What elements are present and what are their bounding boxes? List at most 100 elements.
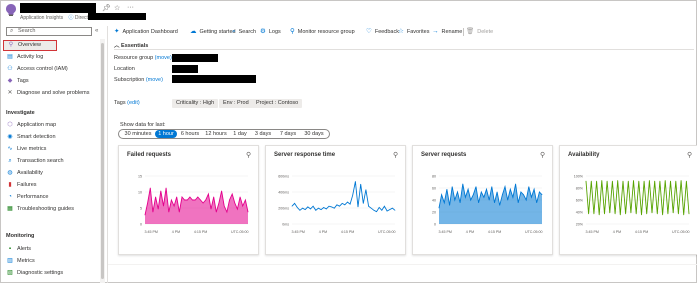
scrollbar-thumb[interactable] [101, 43, 104, 279]
toolbar-application-dashboard-button[interactable]: ✦ Application Dashboard [114, 27, 178, 37]
toolbar-rename-button[interactable]: → Rename [432, 27, 462, 37]
data-point [365, 189, 367, 191]
toolbar-getting-started-button[interactable]: ☁ Getting started [190, 27, 236, 37]
time-range-option-3-days[interactable]: 3 days [251, 130, 275, 138]
toolbar-favorites-button[interactable]: ☆ Favorites [398, 27, 429, 37]
edit-tags-link[interactable]: (edit) [127, 100, 140, 106]
data-point [654, 180, 656, 182]
data-point [472, 194, 474, 196]
data-point [347, 201, 348, 203]
data-point [215, 211, 217, 213]
time-range-option-1-hour[interactable]: 1 hour [155, 130, 177, 138]
toolbar-delete-button[interactable]: 🗑 Delete [466, 27, 493, 37]
sidebar-item-label: Transaction search [17, 158, 64, 164]
guide-icon: ▦ [7, 206, 13, 212]
metric-card-server-response-time[interactable]: Server response time ⚲ 600ms 400ms 200ms 0ms 3… [265, 145, 406, 255]
y-tick-label: 0 [434, 223, 436, 227]
time-range-option-6-hours[interactable]: 6 hours [178, 130, 202, 138]
time-range-option-1-day[interactable]: 1 day [230, 130, 250, 138]
pin-icon[interactable]: 📌︎ [102, 4, 111, 12]
tags-label: Tags (edit) [114, 100, 140, 106]
data-point [171, 199, 172, 201]
data-point [457, 191, 458, 193]
metric-card-failed-requests[interactable]: Failed requests ⚲ 15 10 5 0 3:45 PM 4 PM 4:15 PM… [118, 145, 259, 255]
data-point [643, 180, 645, 182]
bottom-divider [108, 264, 697, 265]
sidebar-item-availability[interactable]: ◍ Availability [3, 168, 97, 178]
sidebar-item-label: Failures [17, 182, 37, 188]
star-icon[interactable]: ☆ [114, 4, 120, 12]
data-point [208, 193, 209, 195]
resource-group-label: Resource group (move) [114, 55, 172, 61]
data-point [294, 203, 295, 204]
sidebar-item-alerts[interactable]: ▪ Alerts [3, 244, 97, 254]
data-point [237, 208, 238, 210]
time-range-option-12-hours[interactable]: 12 hours [203, 130, 229, 138]
y-tick-label: 0 [140, 223, 142, 227]
sidebar-item-failures[interactable]: ▮ Failures [3, 180, 97, 190]
sidebar-item-label: Application map [17, 122, 57, 128]
data-point [234, 202, 236, 204]
time-range-option-30-days[interactable]: 30 days [301, 130, 327, 138]
data-point [231, 193, 233, 195]
sidebar-item-tags[interactable]: ◆ Tags [3, 76, 97, 86]
data-point [449, 204, 450, 206]
sidebar-item-overview[interactable]: ⚲ Overview [3, 40, 57, 51]
metric-card-server-requests[interactable]: Server requests ⚲ 80 60 40 20 0 3:45 PM 4 PM 4:15… [412, 145, 553, 255]
sidebar-scrollbar[interactable] [100, 39, 105, 283]
toolbar-monitor-resource-group-button[interactable]: ⚲ Monitor resource group [290, 27, 355, 37]
toolbar-search-button[interactable]: ⌕ Search [232, 27, 256, 37]
sidebar-item-transaction-search[interactable]: ⌕ Transaction search [3, 156, 97, 166]
location-label: Location [114, 66, 135, 72]
data-point [386, 210, 388, 212]
sidebar-search-input[interactable]: ⌕ Search [6, 27, 92, 36]
collapse-sidebar-button[interactable]: « [95, 28, 98, 34]
sidebar-item-performance[interactable]: ◔ Performance [3, 192, 97, 202]
sidebar-item-troubleshooting-guides[interactable]: ▦ Troubleshooting guides [3, 204, 97, 214]
move-resource-group-link[interactable]: (move) [155, 55, 172, 61]
sidebar-item-application-map[interactable]: ⬡ Application map [3, 120, 97, 130]
resource-name-redacted [20, 3, 96, 13]
sidebar-item-metrics[interactable]: ▥ Metrics [3, 256, 97, 266]
toolbar-feedback-button[interactable]: ♡ Feedback [366, 27, 399, 37]
sidebar-item-smart-detection[interactable]: ◉ Smart detection [3, 132, 97, 142]
time-range-selector: 30 minutes 1 hour 6 hours 12 hours 1 day 3 da… [118, 129, 330, 139]
data-point [651, 212, 653, 214]
data-point [218, 202, 220, 204]
data-point [213, 196, 215, 198]
x-tick-label: UTC-05:00 [525, 230, 543, 234]
toolbar-label: Logs [268, 29, 281, 35]
data-point [200, 199, 201, 201]
data-point [683, 214, 685, 216]
sidebar-item-activity-log[interactable]: ▤ Activity log [3, 52, 97, 62]
toolbar-logs-button[interactable]: ⚙ Logs [260, 27, 281, 37]
data-point [310, 208, 311, 210]
more-options-button[interactable]: ··· [127, 4, 134, 11]
sidebar-item-access-control-iam[interactable]: ⚇ Access control (IAM) [3, 64, 97, 74]
data-point [656, 213, 658, 215]
y-tick-label: 60 [432, 187, 436, 191]
time-range-option-7-days[interactable]: 7 days [276, 130, 300, 138]
sidebar-item-label: Diagnose and solve problems [17, 90, 90, 96]
data-point [176, 196, 178, 198]
move-subscription-link[interactable]: (move) [146, 77, 163, 83]
sidebar-item-live-metrics[interactable]: ∿ Live metrics [3, 144, 97, 154]
sidebar-item-diagnose-and-solve-problems[interactable]: ✕ Diagnose and solve problems [3, 88, 97, 98]
x-tick-label: 4 PM [613, 230, 621, 234]
getting-started-icon: ☁ [190, 28, 197, 35]
sidebar-item-diagnostic-settings[interactable]: ▧ Diagnostic settings [3, 268, 97, 278]
data-point [223, 205, 225, 207]
globe-icon: ◍ [7, 170, 13, 176]
toolbar-label: Search [238, 29, 257, 35]
data-point [373, 209, 375, 211]
live-metrics-icon: ∿ [7, 146, 13, 152]
time-range-option-30-minutes[interactable]: 30 minutes [122, 130, 154, 138]
data-point [486, 188, 487, 190]
essentials-header[interactable]: ︿ Essentials [114, 41, 148, 49]
data-point [520, 191, 522, 193]
y-tick-label: 60% [576, 199, 584, 203]
data-point [370, 207, 372, 209]
tag-chip: Criticality : High [172, 99, 219, 108]
monitor-icon: ⚲ [290, 28, 295, 35]
metric-card-availability[interactable]: Availability ⚲ 100% 80% 60% 40% 20% 3:45 PM 4 PM… [559, 145, 697, 255]
